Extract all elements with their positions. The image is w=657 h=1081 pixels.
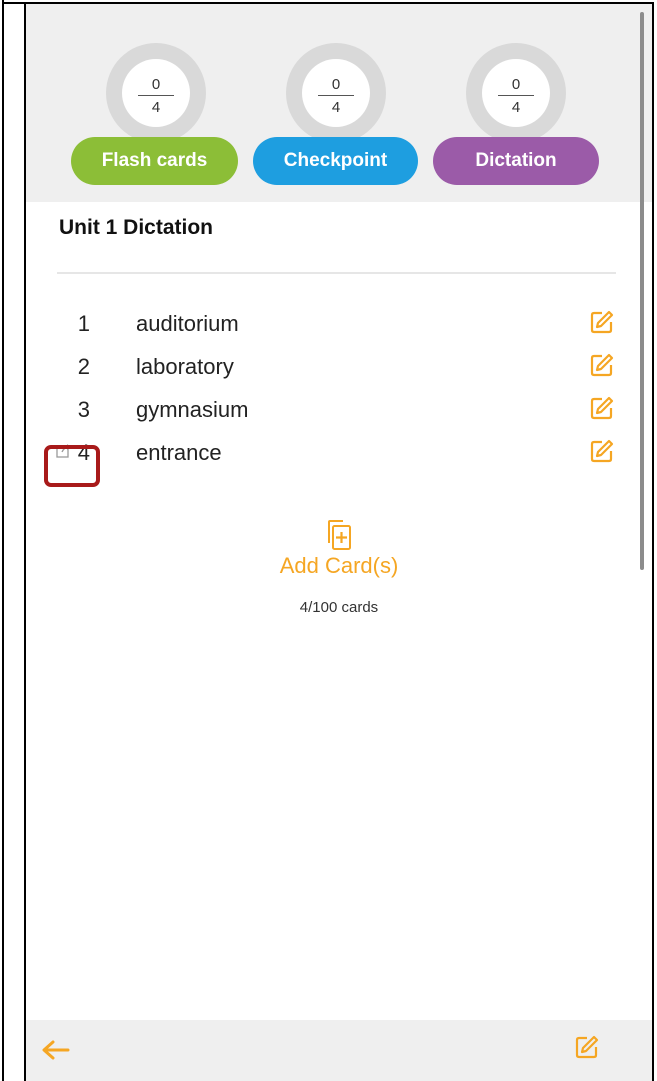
edit-icon[interactable] [589,352,615,378]
fraction-line [318,95,354,96]
progress-numerator: 0 [511,76,521,93]
back-arrow-icon[interactable] [38,1038,74,1062]
card-count: 4/100 cards [299,599,379,616]
header: 0 4 0 4 0 4 Flash cards Checkpoint Dicta… [26,4,652,202]
progress-badge-flash-cards: 0 4 [106,43,206,143]
scrollbar[interactable] [640,12,644,570]
divider [57,272,616,274]
checkpoint-button[interactable]: Checkpoint [253,137,418,185]
card-number: 1 [77,311,90,336]
progress-ring-inner [302,59,370,127]
edit-icon[interactable] [589,395,615,421]
footer-toolbar [26,1020,652,1081]
card-word: laboratory [136,354,234,379]
app-screen: 0 4 0 4 0 4 Flash cards Checkpoint Dicta… [26,4,652,1081]
progress-badge-checkpoint: 0 4 [286,43,386,143]
card-word: entrance [136,440,222,465]
progress-ring-inner [122,59,190,127]
card-number: 2 [77,354,90,379]
progress-numerator: 0 [331,76,341,93]
add-card-label: Add Card(s) [279,553,399,578]
progress-denominator: 4 [331,99,341,116]
flash-cards-button[interactable]: Flash cards [71,137,238,185]
fraction-line [498,95,534,96]
list-item: 3 gymnasium [26,391,652,433]
border [2,0,4,1081]
progress-denominator: 4 [151,99,161,116]
add-card-button[interactable]: Add Card(s) [26,519,652,579]
progress-ring-inner [482,59,550,127]
card-number: 3 [77,397,90,422]
border [652,2,654,1081]
progress-numerator: 0 [151,76,161,93]
edit-icon[interactable] [589,309,615,335]
list-item: 2 laboratory [26,348,652,390]
card-word: auditorium [136,311,239,336]
list-item: 1 auditorium [26,305,652,347]
page-title: Unit 1 Dictation [59,216,214,239]
add-card-icon [328,520,351,550]
highlight-box [44,445,100,487]
fraction-line [138,95,174,96]
dictation-button[interactable]: Dictation [433,137,599,185]
card-word: gymnasium [136,397,249,422]
list-item: 4 entrance [26,434,652,476]
progress-badge-dictation: 0 4 [466,43,566,143]
edit-icon[interactable] [574,1034,600,1060]
progress-denominator: 4 [511,99,521,116]
edit-icon[interactable] [589,438,615,464]
